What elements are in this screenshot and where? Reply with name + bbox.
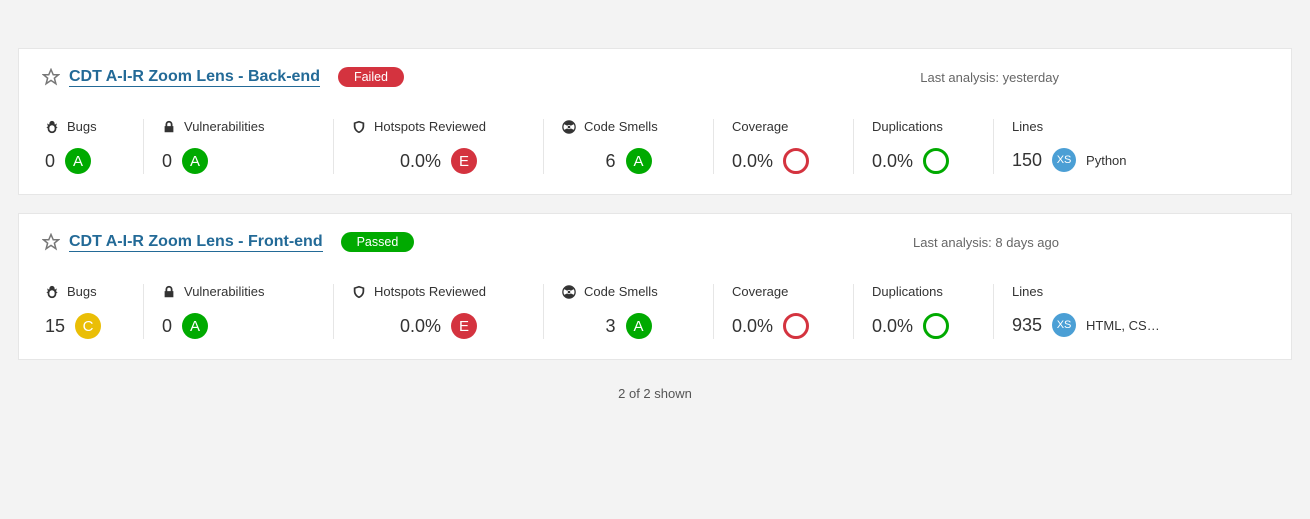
metric-label: Coverage	[732, 119, 788, 134]
language-text: Python	[1086, 153, 1126, 168]
metric-label: Lines	[1012, 119, 1043, 134]
metric-label: Lines	[1012, 284, 1043, 299]
rating-badge[interactable]: A	[65, 148, 91, 174]
metric-header: Hotspots Reviewed	[352, 119, 525, 134]
metric-label: Vulnerabilities	[184, 284, 264, 299]
vulnerabilities-value[interactable]: 0	[162, 316, 172, 337]
rating-badge[interactable]: A	[182, 148, 208, 174]
duplications-value[interactable]: 0.0%	[872, 316, 913, 337]
project-title-link[interactable]: CDT A-I-R Zoom Lens - Back-end	[69, 68, 320, 87]
metrics-row: Bugs 15 C Vulnerabilities 0 A Hotspots R…	[19, 262, 1291, 359]
codesmells-value[interactable]: 3	[605, 316, 615, 337]
metric-codesmells: Code Smells 6 A	[544, 119, 714, 174]
metric-header: Hotspots Reviewed	[352, 284, 525, 299]
lock-icon	[162, 285, 176, 299]
bugs-value[interactable]: 0	[45, 151, 55, 172]
metric-lines: Lines 935 XS HTML, CS…	[994, 284, 1291, 339]
metric-header: Lines	[1012, 119, 1269, 134]
projects-container: CDT A-I-R Zoom Lens - Back-end Failed La…	[18, 48, 1292, 360]
metric-duplications: Duplications 0.0%	[854, 119, 994, 174]
project-card: CDT A-I-R Zoom Lens - Back-end Failed La…	[18, 48, 1292, 195]
project-card: CDT A-I-R Zoom Lens - Front-end Passed L…	[18, 213, 1292, 360]
bug-icon	[45, 120, 59, 134]
metric-header: Code Smells	[562, 284, 695, 299]
project-title-link[interactable]: CDT A-I-R Zoom Lens - Front-end	[69, 233, 323, 252]
rating-badge[interactable]: E	[451, 313, 477, 339]
metric-lines: Lines 150 XS Python	[994, 119, 1291, 174]
results-count: 2 of 2 shown	[18, 360, 1292, 411]
metric-header: Duplications	[872, 119, 975, 134]
metric-label: Code Smells	[584, 119, 658, 134]
rating-badge[interactable]: A	[626, 148, 652, 174]
projects-page: CDT A-I-R Zoom Lens - Back-end Failed La…	[0, 0, 1310, 441]
rating-badge[interactable]: A	[182, 313, 208, 339]
metric-header: Duplications	[872, 284, 975, 299]
last-analysis: Last analysis: yesterday	[920, 70, 1059, 85]
coverage-ring[interactable]	[923, 148, 949, 174]
favorite-star-button[interactable]	[41, 67, 61, 87]
metric-label: Duplications	[872, 119, 943, 134]
card-header: CDT A-I-R Zoom Lens - Back-end Failed La…	[19, 49, 1291, 97]
metric-label: Hotspots Reviewed	[374, 119, 486, 134]
metric-hotspots: Hotspots Reviewed 0.0% E	[334, 284, 544, 339]
metric-label: Hotspots Reviewed	[374, 284, 486, 299]
bugs-value[interactable]: 15	[45, 316, 65, 337]
metric-vulnerabilities: Vulnerabilities 0 A	[144, 284, 334, 339]
metric-coverage: Coverage 0.0%	[714, 119, 854, 174]
metrics-row: Bugs 0 A Vulnerabilities 0 A Hotspots Re…	[19, 97, 1291, 194]
metric-duplications: Duplications 0.0%	[854, 284, 994, 339]
quality-gate-status[interactable]: Passed	[341, 232, 415, 252]
hotspots-value[interactable]: 0.0%	[400, 151, 441, 172]
rating-badge[interactable]: E	[451, 148, 477, 174]
codesmells-value[interactable]: 6	[605, 151, 615, 172]
rating-badge[interactable]: C	[75, 313, 101, 339]
metric-coverage: Coverage 0.0%	[714, 284, 854, 339]
coverage-ring[interactable]	[923, 313, 949, 339]
lines-value[interactable]: 150	[1012, 150, 1042, 171]
coverage-ring[interactable]	[783, 313, 809, 339]
radiation-icon	[562, 285, 576, 299]
metric-header: Coverage	[732, 119, 835, 134]
metric-codesmells: Code Smells 3 A	[544, 284, 714, 339]
duplications-value[interactable]: 0.0%	[872, 151, 913, 172]
metric-label: Vulnerabilities	[184, 119, 264, 134]
size-badge[interactable]: XS	[1052, 313, 1076, 337]
last-analysis: Last analysis: 8 days ago	[913, 235, 1059, 250]
metric-hotspots: Hotspots Reviewed 0.0% E	[334, 119, 544, 174]
metric-label: Coverage	[732, 284, 788, 299]
metric-bugs: Bugs 0 A	[19, 119, 144, 174]
quality-gate-status[interactable]: Failed	[338, 67, 404, 87]
language-text: HTML, CS…	[1086, 318, 1160, 333]
top-spacer	[18, 10, 1292, 30]
metric-label: Duplications	[872, 284, 943, 299]
metric-bugs: Bugs 15 C	[19, 284, 144, 339]
coverage-value[interactable]: 0.0%	[732, 151, 773, 172]
metric-header: Bugs	[45, 284, 125, 299]
vulnerabilities-value[interactable]: 0	[162, 151, 172, 172]
card-header: CDT A-I-R Zoom Lens - Front-end Passed L…	[19, 214, 1291, 262]
metric-header: Code Smells	[562, 119, 695, 134]
radiation-icon	[562, 120, 576, 134]
coverage-ring[interactable]	[783, 148, 809, 174]
metric-header: Vulnerabilities	[162, 119, 315, 134]
metric-header: Bugs	[45, 119, 125, 134]
metric-vulnerabilities: Vulnerabilities 0 A	[144, 119, 334, 174]
shield-icon	[352, 285, 366, 299]
metric-label: Bugs	[67, 119, 97, 134]
bug-icon	[45, 285, 59, 299]
metric-label: Bugs	[67, 284, 97, 299]
coverage-value[interactable]: 0.0%	[732, 316, 773, 337]
metric-header: Vulnerabilities	[162, 284, 315, 299]
lock-icon	[162, 120, 176, 134]
shield-icon	[352, 120, 366, 134]
favorite-star-button[interactable]	[41, 232, 61, 252]
rating-badge[interactable]: A	[626, 313, 652, 339]
lines-value[interactable]: 935	[1012, 315, 1042, 336]
metric-label: Code Smells	[584, 284, 658, 299]
size-badge[interactable]: XS	[1052, 148, 1076, 172]
metric-header: Lines	[1012, 284, 1269, 299]
metric-header: Coverage	[732, 284, 835, 299]
hotspots-value[interactable]: 0.0%	[400, 316, 441, 337]
